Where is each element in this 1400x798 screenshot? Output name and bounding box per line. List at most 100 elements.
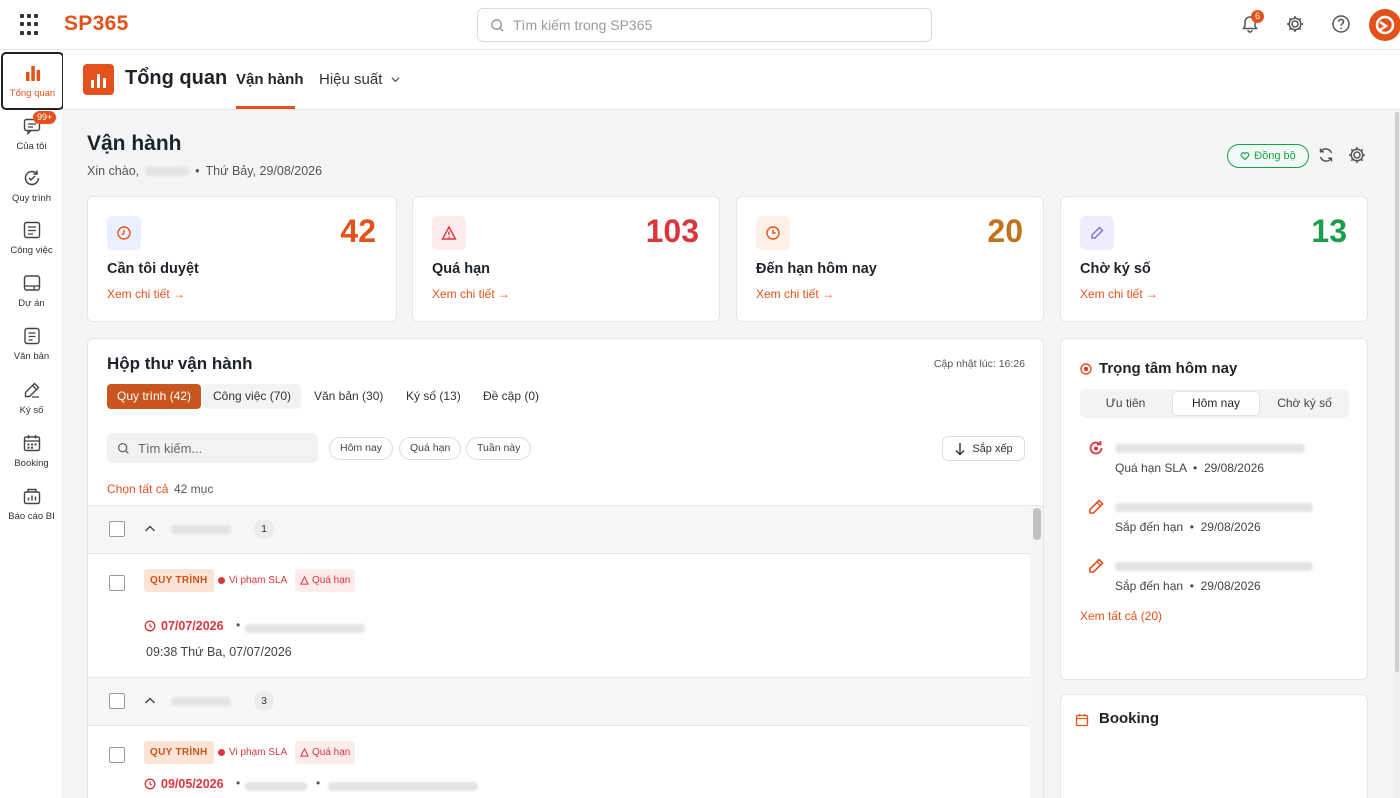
user-avatar[interactable]	[1369, 9, 1400, 41]
sidebar-item-mine[interactable]: Của tôi 99+	[0, 108, 63, 160]
stat-card-overdue[interactable]: 103 Quá hạn Xem chi tiết →	[412, 196, 720, 322]
list-item[interactable]: QUY TRÌNH Vi phạm SLA Quá hạn 09/05/2026…	[88, 726, 1030, 798]
tab-priority[interactable]: Ưu tiên	[1083, 392, 1168, 415]
search-icon	[491, 18, 504, 32]
arrow-down-icon	[955, 442, 965, 455]
focus-task-item[interactable]: Sắp đến hạn • 29/08/2026	[1087, 498, 1347, 548]
sidebar-item-bi-report[interactable]: Báo cáo BI	[0, 478, 63, 530]
sync-button[interactable]: Đồng bộ	[1227, 144, 1309, 168]
view-details-link[interactable]: Xem chi tiết →	[432, 287, 510, 301]
group-header-row[interactable]: 1	[88, 506, 1030, 554]
task-status: Sắp đến hạn	[1115, 579, 1184, 593]
tab-performance[interactable]: Hiệu suất	[319, 71, 401, 88]
gear-icon[interactable]	[1285, 14, 1307, 36]
list-item[interactable]: QUY TRÌNH Vi phạm SLA Quá hạn 07/07/2026…	[88, 554, 1030, 678]
chevron-up-icon[interactable]	[143, 522, 157, 536]
group-count: 3	[254, 691, 274, 711]
overdue-label: Quá hạn	[312, 575, 351, 586]
page-scrollbar[interactable]	[1394, 112, 1400, 798]
tab-documents[interactable]: Văn bản (30)	[304, 384, 393, 409]
app-launcher-icon[interactable]	[20, 14, 42, 36]
filter-chip-overdue[interactable]: Quá hạn	[399, 437, 462, 460]
focus-today-panel: Trọng tâm hôm nay Ưu tiên Hôm nay Chờ ký…	[1060, 338, 1368, 680]
warning-triangle-icon	[432, 216, 466, 250]
see-all-link[interactable]: Xem tất cả (20)	[1080, 609, 1162, 623]
sidebar-item-booking[interactable]: Booking	[0, 425, 63, 477]
sidebar-item-signing[interactable]: Ký số	[0, 372, 63, 424]
top-bar: SP365 6	[0, 0, 1400, 50]
inbox-search-input[interactable]	[138, 440, 308, 456]
booking-title: Booking	[1099, 710, 1159, 727]
redacted-task-title	[1115, 444, 1305, 453]
inbox-search[interactable]	[107, 433, 318, 463]
inbox-list: 1 QUY TRÌNH Vi phạm SLA Quá hạn 07/07/20…	[88, 505, 1043, 798]
sidebar-item-label: Dự án	[18, 298, 45, 309]
tab-today[interactable]: Hôm nay	[1173, 392, 1259, 415]
sidebar-item-process[interactable]: Quy trình	[0, 160, 63, 212]
inbox-title: Hộp thư vận hành	[107, 354, 253, 373]
item-checkbox[interactable]	[109, 575, 125, 591]
global-search-input[interactable]	[513, 17, 913, 33]
sort-button[interactable]: Sắp xếp	[942, 436, 1025, 461]
view-details-link[interactable]: Xem chi tiết →	[1080, 287, 1158, 301]
sidebar-item-label: Văn bản	[13, 351, 50, 362]
due-date: 09/05/2026	[144, 777, 224, 791]
module-title: Tổng quan	[125, 67, 228, 89]
tab-tasks[interactable]: Công việc (70)	[203, 384, 302, 409]
task-status: Sắp đến hạn	[1115, 520, 1184, 534]
chevron-up-icon[interactable]	[143, 694, 157, 708]
approval-clock-icon	[107, 216, 141, 250]
current-date: Thứ Bảy, 29/08/2026	[205, 164, 323, 178]
sidebar-item-label: Báo cáo BI	[8, 511, 55, 522]
refresh-icon[interactable]	[1316, 145, 1338, 167]
scrollbar-thumb[interactable]	[1033, 508, 1041, 540]
sidebar: Tổng quan Của tôi 99+ Quy trình Công việ…	[0, 50, 64, 798]
sync-heart-icon	[1240, 152, 1250, 161]
tab-awaiting-signature[interactable]: Chờ ký số	[1263, 392, 1346, 415]
tab-signatures[interactable]: Ký số (13)	[396, 384, 471, 409]
global-search[interactable]	[477, 8, 932, 42]
clock-alert-icon	[144, 778, 156, 790]
stat-value: 103	[645, 213, 699, 249]
search-icon	[117, 442, 129, 454]
group-checkbox[interactable]	[109, 693, 125, 709]
sidebar-item-label: Công việc	[10, 245, 53, 256]
item-checkbox[interactable]	[109, 747, 125, 763]
sidebar-item-documents[interactable]: Văn bản	[0, 318, 63, 370]
group-checkbox[interactable]	[109, 521, 125, 537]
stat-label: Quá hạn	[432, 261, 491, 277]
filter-chip-today[interactable]: Hôm nay	[329, 437, 394, 460]
sidebar-item-tasks[interactable]: Công việc	[0, 212, 63, 264]
settings-gear-icon[interactable]	[1347, 145, 1369, 167]
focus-task-item[interactable]: Sắp đến hạn • 29/08/2026	[1087, 557, 1347, 607]
project-icon	[23, 275, 40, 291]
stat-card-needs-approval[interactable]: 42 Cần tôi duyệt Xem chi tiết →	[87, 196, 397, 322]
tab-processes[interactable]: Quy trình (42)	[107, 384, 202, 409]
view-details-link[interactable]: Xem chi tiết →	[107, 287, 185, 301]
sla-violation-label: Vi phạm SLA	[229, 747, 288, 758]
filter-chip-this-week[interactable]: Tuần này	[466, 437, 532, 460]
help-icon[interactable]	[1331, 14, 1353, 36]
sidebar-item-projects[interactable]: Dự án	[0, 265, 63, 317]
focus-task-item[interactable]: Quá hạn SLA • 29/08/2026	[1087, 439, 1347, 489]
page-scrollbar-thumb[interactable]	[1395, 112, 1399, 672]
pen-icon	[1080, 216, 1114, 250]
tab-operations[interactable]: Vận hành	[236, 71, 304, 88]
sla-violation-tag: Vi phạm SLA	[218, 569, 287, 592]
sidebar-item-overview[interactable]: Tổng quan	[1, 52, 64, 110]
group-header-row[interactable]: 3	[88, 678, 1030, 726]
chevron-down-icon	[391, 77, 400, 83]
redacted-task-title	[1115, 503, 1313, 512]
stat-card-awaiting-signature[interactable]: 13 Chờ ký số Xem chi tiết →	[1060, 196, 1368, 322]
overdue-label: Quá hạn	[312, 747, 351, 758]
bar-chart-icon	[25, 66, 40, 81]
stat-card-due-today[interactable]: 20 Đến hạn hôm nay Xem chi tiết →	[736, 196, 1044, 322]
brand-logo[interactable]: SP365	[64, 12, 129, 36]
due-date: 07/07/2026	[144, 619, 224, 633]
tab-mentions[interactable]: Đề cập (0)	[473, 384, 549, 409]
select-all-link[interactable]: Chọn tất cả	[107, 482, 168, 496]
redacted-title	[245, 624, 365, 633]
view-details-link[interactable]: Xem chi tiết →	[756, 287, 834, 301]
inbox-scrollbar[interactable]	[1030, 506, 1043, 798]
target-icon	[1080, 363, 1092, 375]
